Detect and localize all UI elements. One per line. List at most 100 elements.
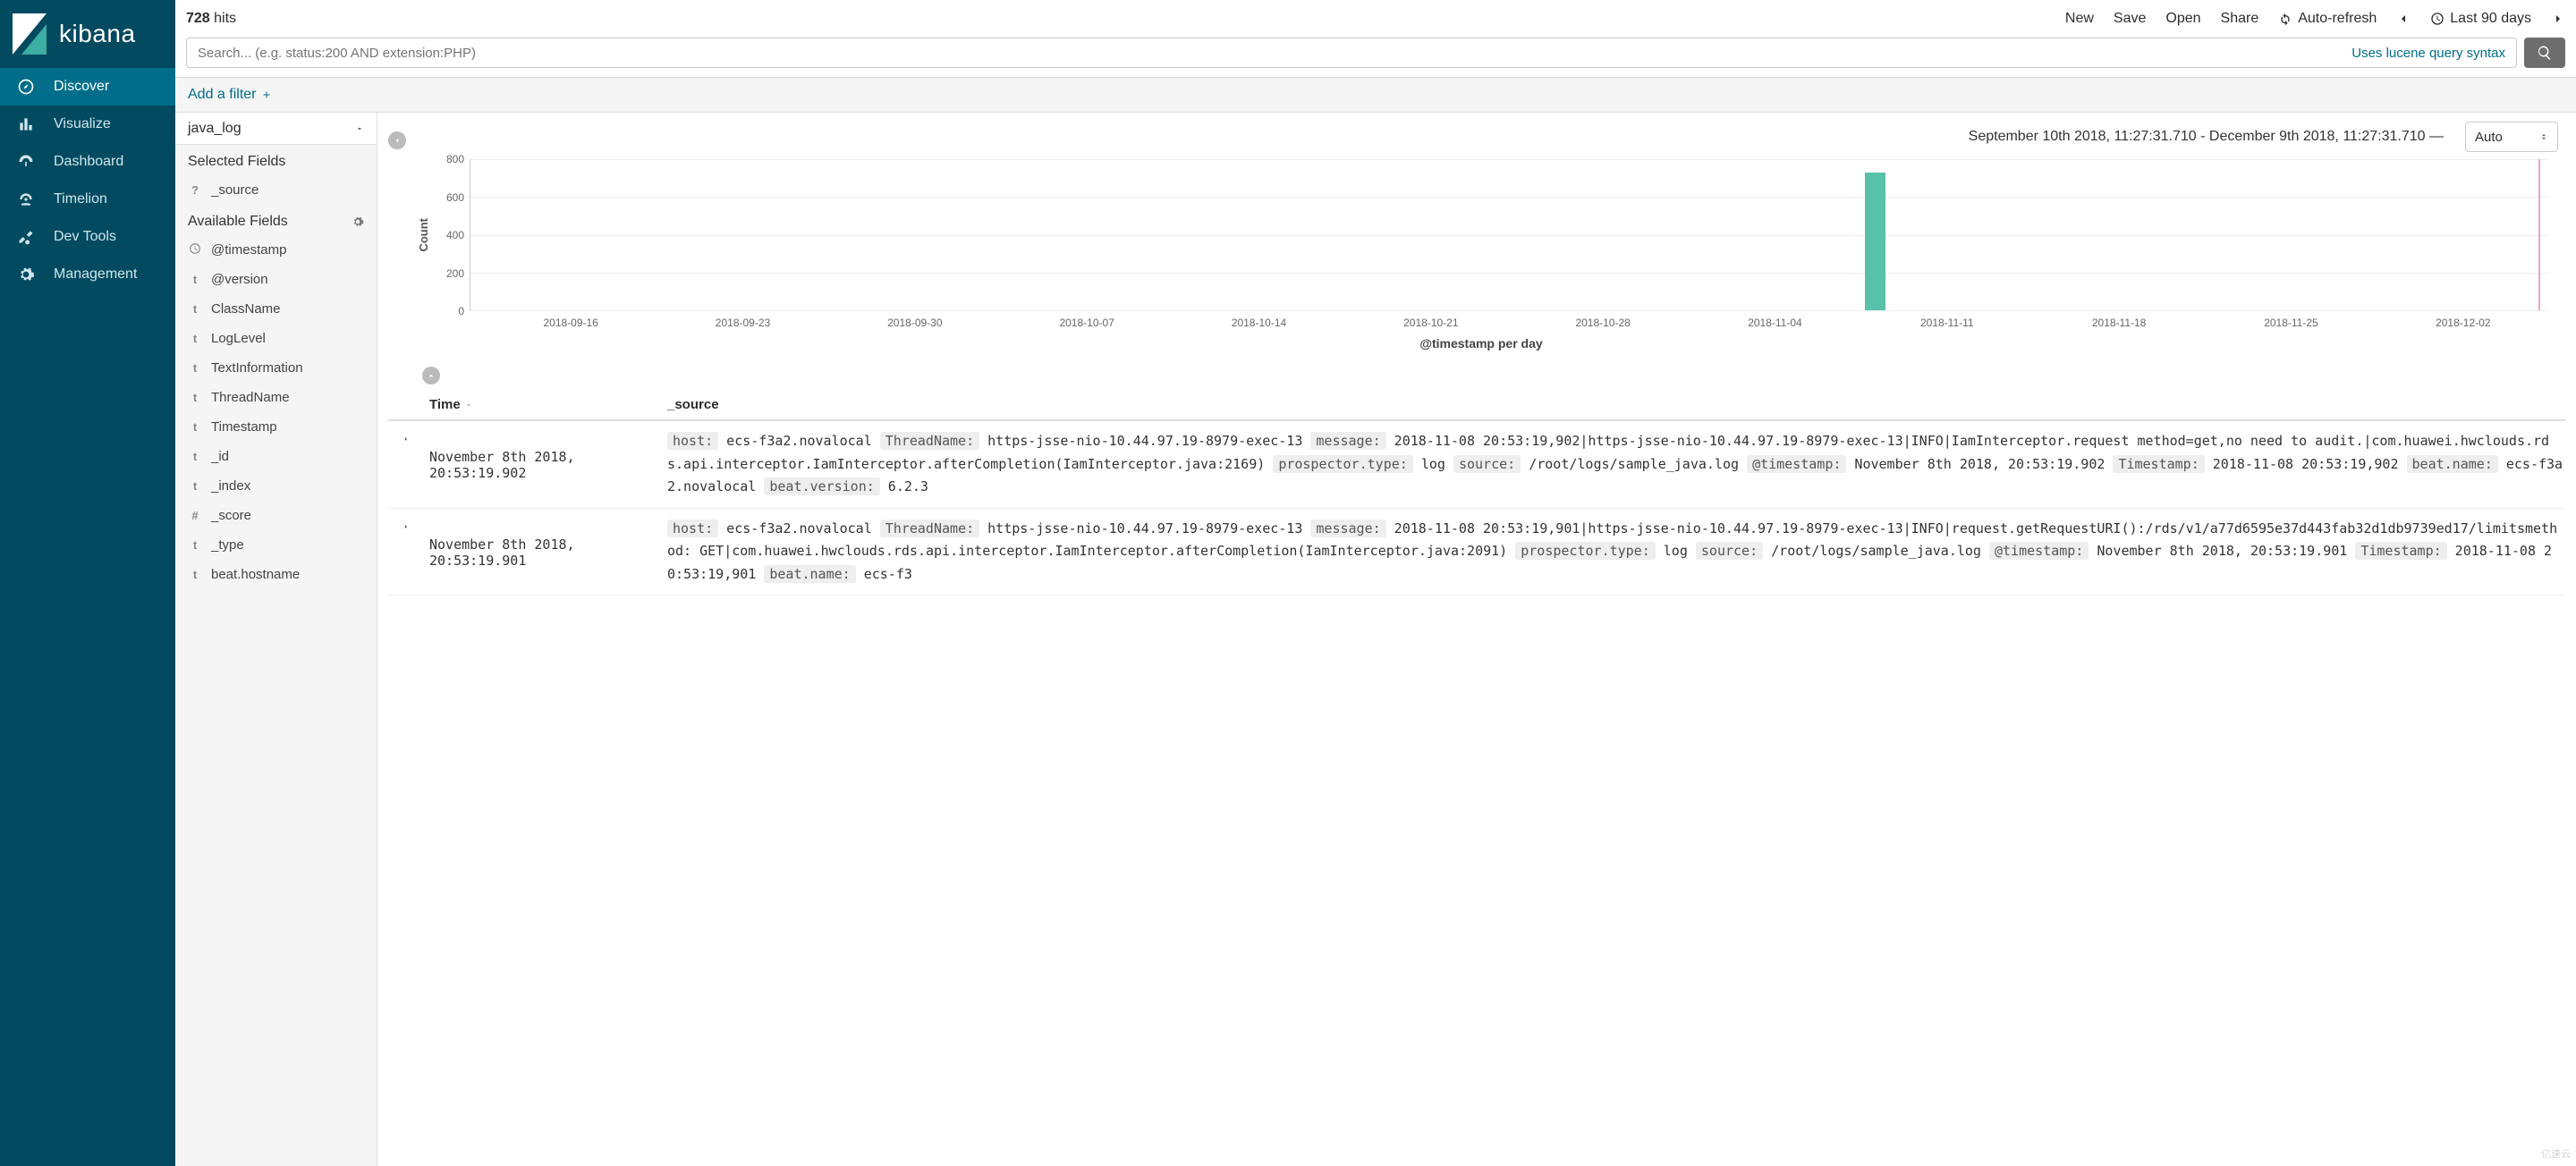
clock-icon xyxy=(2430,12,2445,26)
field-beat.hostname[interactable]: tbeat.hostname xyxy=(175,560,377,589)
x-tick: 2018-11-18 xyxy=(2033,317,2205,329)
available-fields-header: Available Fields xyxy=(175,205,377,235)
sidebar-item-management[interactable]: Management xyxy=(0,256,175,293)
field-name: LogLevel xyxy=(211,331,266,346)
expand-row-button[interactable] xyxy=(388,518,424,587)
sidebar-item-label: Management xyxy=(54,266,137,283)
field-key: message: xyxy=(1310,432,1385,450)
add-filter-button[interactable]: Add a filter xyxy=(188,87,272,103)
field-key: @timestamp: xyxy=(1747,455,1846,473)
field-name: ClassName xyxy=(211,301,281,317)
sidebar-item-timelion[interactable]: Timelion xyxy=(0,181,175,218)
fields-panel: java_log Selected Fields ?_source Availa… xyxy=(175,113,377,1166)
hit-count: 728 hits xyxy=(186,11,236,27)
x-tick: 2018-11-04 xyxy=(1689,317,1860,329)
x-tick: 2018-09-30 xyxy=(829,317,1001,329)
column-header-time[interactable]: Time xyxy=(424,397,667,412)
x-tick: 2018-11-25 xyxy=(2205,317,2377,329)
plus-icon xyxy=(261,89,272,100)
x-tick: 2018-09-16 xyxy=(485,317,657,329)
results-area: September 10th 2018, 11:27:31.710 - Dece… xyxy=(377,113,2576,1166)
field-TextInformation[interactable]: tTextInformation xyxy=(175,353,377,383)
field-_source[interactable]: ?_source xyxy=(175,175,377,205)
field-_score[interactable]: # _score xyxy=(175,501,377,530)
field-_index[interactable]: t _index xyxy=(175,471,377,501)
collapse-chart-button[interactable] xyxy=(422,367,440,384)
y-tick: 400 xyxy=(446,229,464,241)
x-tick: 2018-12-02 xyxy=(2377,317,2549,329)
field-type-badge: t xyxy=(188,479,202,493)
gear-icon[interactable] xyxy=(352,215,364,228)
field-_id[interactable]: t _id xyxy=(175,442,377,471)
field-type-badge: t xyxy=(188,450,202,463)
field-key: Timestamp: xyxy=(2113,455,2204,473)
timepicker-button[interactable]: Last 90 days xyxy=(2430,11,2531,27)
time-prev-button[interactable] xyxy=(2396,12,2411,26)
field-name: _type xyxy=(211,537,244,553)
field-LogLevel[interactable]: t LogLevel xyxy=(175,324,377,353)
x-tick: 2018-11-11 xyxy=(1861,317,2033,329)
histogram-chart[interactable]: Count 0200400600800 2018-09-162018-09-23… xyxy=(377,156,2576,354)
field-ThreadName[interactable]: tThreadName xyxy=(175,383,377,412)
field-type-badge: t xyxy=(188,302,202,316)
collapse-fields-button[interactable] xyxy=(388,131,406,149)
sort-desc-icon xyxy=(464,401,473,410)
field-name: Timestamp xyxy=(211,419,277,435)
field-type-badge: t xyxy=(188,420,202,434)
sidebar-item-dashboard[interactable]: Dashboard xyxy=(0,143,175,181)
autorefresh-button[interactable]: Auto-refresh xyxy=(2278,11,2377,27)
field-name: @version xyxy=(211,272,268,287)
timelion-icon xyxy=(16,190,36,209)
time-next-button[interactable] xyxy=(2551,12,2565,26)
lucene-hint-link[interactable]: Uses lucene query syntax xyxy=(2351,46,2505,61)
field-type-badge: t xyxy=(188,332,202,345)
chart-cursor xyxy=(2538,159,2540,310)
brand-name: kibana xyxy=(59,20,136,48)
visualize-icon xyxy=(16,114,36,134)
bar[interactable] xyxy=(1865,173,1885,310)
sidebar-item-devtools[interactable]: Dev Tools xyxy=(0,218,175,256)
x-tick: 2018-10-07 xyxy=(1001,317,1173,329)
field-key: Timestamp: xyxy=(2355,542,2446,560)
search-input[interactable] xyxy=(198,46,2351,61)
field-ClassName[interactable]: t ClassName xyxy=(175,294,377,324)
field-key: host: xyxy=(667,432,718,450)
caret-right-icon xyxy=(402,434,410,444)
y-tick: 200 xyxy=(446,267,464,280)
field-type-badge: # xyxy=(188,509,202,522)
devtools-icon xyxy=(16,227,36,247)
sidebar-item-visualize[interactable]: Visualize xyxy=(0,106,175,143)
save-button[interactable]: Save xyxy=(2114,11,2146,27)
open-button[interactable]: Open xyxy=(2165,11,2200,27)
chevron-right-icon xyxy=(2551,12,2565,26)
field-name: _index xyxy=(211,478,250,494)
field-name: beat.hostname xyxy=(211,567,300,582)
field-@timestamp[interactable]: @timestamp xyxy=(175,235,377,265)
search-button[interactable] xyxy=(2524,38,2565,68)
caret-down-icon xyxy=(355,124,364,133)
expand-row-button[interactable] xyxy=(388,430,424,499)
sidebar-item-discover[interactable]: Discover xyxy=(0,68,175,106)
x-axis-label: @timestamp per day xyxy=(413,336,2549,351)
discover-icon xyxy=(16,77,36,97)
x-tick: 2018-10-28 xyxy=(1517,317,1689,329)
field-@version[interactable]: t@version xyxy=(175,265,377,294)
logo[interactable]: kibana xyxy=(0,0,175,68)
field-_type[interactable]: t_type xyxy=(175,530,377,560)
table-row: November 8th 2018, 20:53:19.901host: ecs… xyxy=(388,509,2565,596)
index-pattern-select[interactable]: java_log xyxy=(175,113,377,145)
sidebar-item-label: Discover xyxy=(54,79,109,95)
field-key: prospector.type: xyxy=(1273,455,1413,473)
field-name: _id xyxy=(211,449,229,464)
new-button[interactable]: New xyxy=(2065,11,2094,27)
column-header-source[interactable]: _source xyxy=(667,397,2565,412)
field-type-badge: t xyxy=(188,361,202,375)
field-name: _score xyxy=(211,508,251,523)
field-key: source: xyxy=(1453,455,1521,473)
field-Timestamp[interactable]: t Timestamp xyxy=(175,412,377,442)
nav: Discover VisualizeDashboardTimelionDev To… xyxy=(0,68,175,293)
y-tick: 800 xyxy=(446,153,464,165)
share-button[interactable]: Share xyxy=(2221,11,2259,27)
interval-select[interactable]: Auto xyxy=(2465,122,2558,152)
field-key: ThreadName: xyxy=(880,520,979,537)
